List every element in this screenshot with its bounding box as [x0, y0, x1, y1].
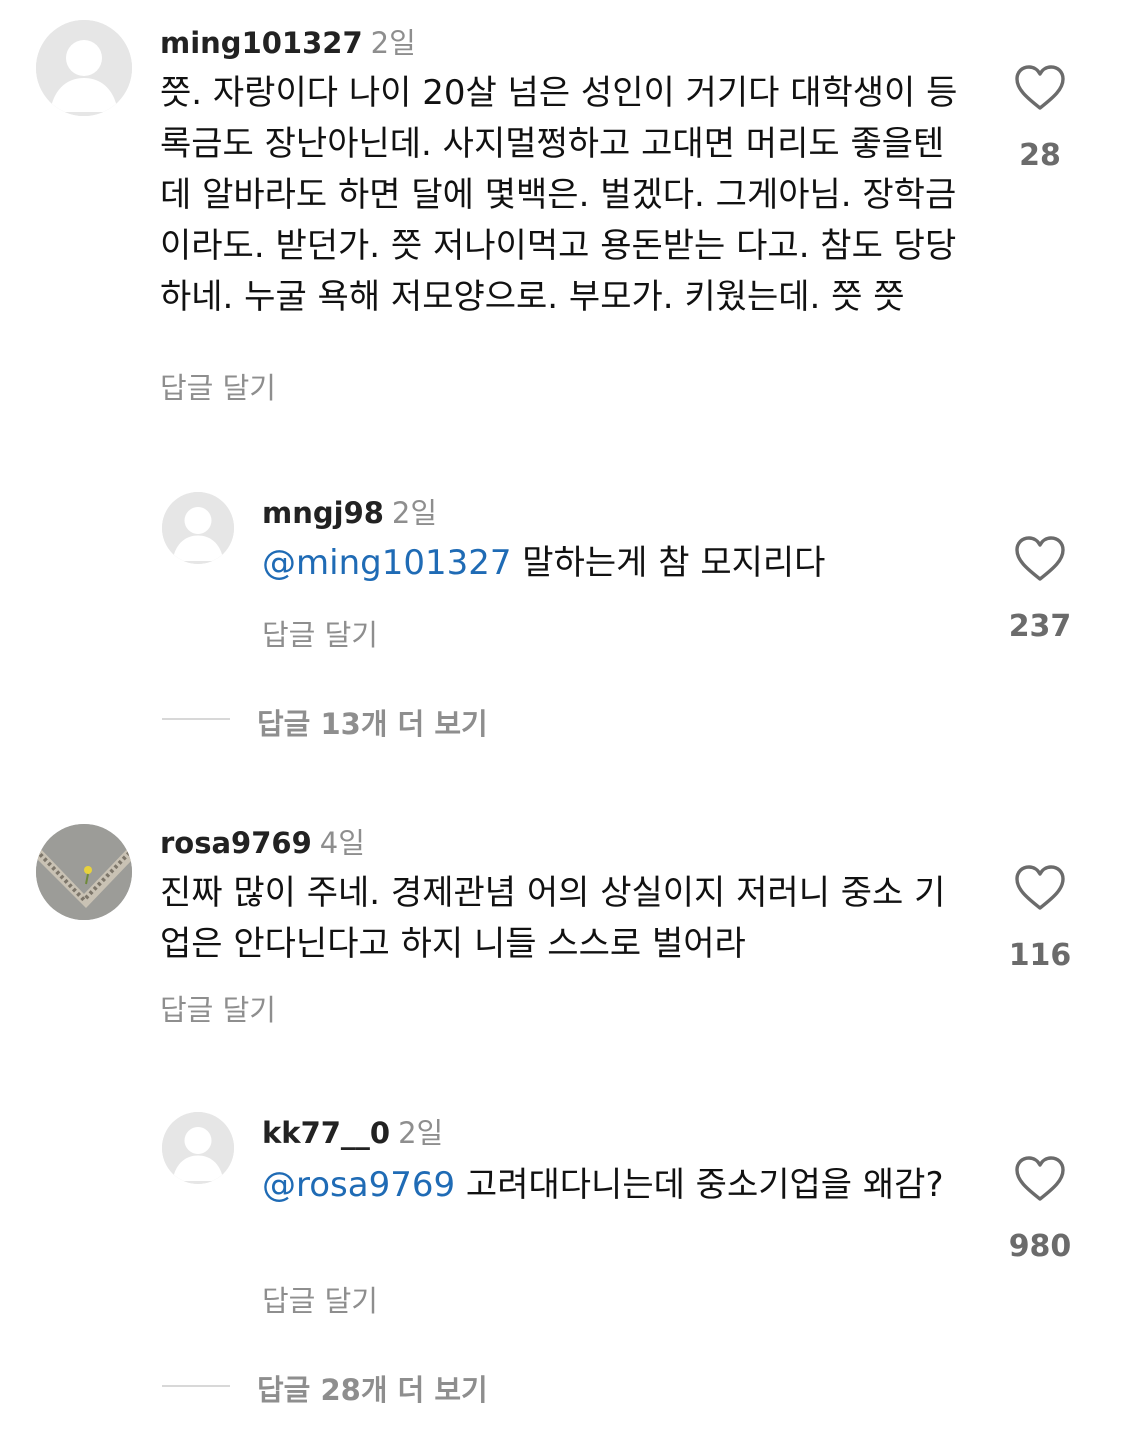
mention-link[interactable]: @ming101327: [262, 543, 512, 583]
like-button[interactable]: 980: [985, 1155, 1095, 1264]
like-button[interactable]: 237: [985, 535, 1095, 644]
comment-meta: rosa9769 4일: [160, 820, 365, 862]
heart-outline-icon: [1015, 865, 1065, 910]
heart-outline-icon: [1015, 536, 1065, 581]
username[interactable]: ming101327: [160, 26, 363, 60]
reply-button[interactable]: 답글 달기: [160, 987, 276, 1029]
timestamp: 2일: [391, 496, 438, 530]
username[interactable]: rosa9769: [160, 826, 312, 860]
timestamp: 2일: [398, 1116, 444, 1150]
view-more-replies-button[interactable]: 답글 28개 더 보기: [257, 1367, 488, 1409]
reply-button[interactable]: 답글 달기: [160, 365, 276, 407]
reply-text: @rosa9769 고려대다니는데 중소기업을 왜감?: [262, 1160, 962, 1211]
divider: [162, 718, 230, 720]
timestamp: 2일: [370, 26, 416, 60]
heart-outline-icon: [1015, 1156, 1065, 1201]
view-more-replies-button[interactable]: 답글 13개 더 보기: [257, 701, 488, 743]
username[interactable]: kk77__0: [262, 1116, 390, 1150]
comment-text: 진짜 많이 주네. 경제관념 어의 상실이지 저러니 중소 기업은 안다닌다고 …: [160, 873, 946, 964]
reply-body: 말하는게 참 모지리다: [511, 543, 826, 583]
username[interactable]: mngj98: [262, 496, 384, 530]
reply-button[interactable]: 답글 달기: [262, 612, 378, 654]
default-avatar-icon: [36, 20, 132, 116]
like-button[interactable]: 116: [985, 864, 1095, 973]
like-count: 237: [1008, 609, 1072, 644]
reply-button[interactable]: 답글 달기: [262, 1278, 378, 1320]
avatar[interactable]: [36, 20, 132, 116]
divider: [162, 1385, 230, 1387]
like-count: 116: [1008, 938, 1072, 973]
like-count: 980: [1008, 1229, 1072, 1264]
default-avatar-icon: [162, 492, 234, 564]
default-avatar-icon: [162, 1112, 234, 1184]
reply-body: 고려대다니는데 중소기업을 왜감?: [455, 1165, 944, 1205]
timestamp: 4일: [319, 826, 365, 860]
reply-text: @ming101327 말하는게 참 모지리다: [262, 538, 962, 589]
profile-photo-icon: [36, 824, 132, 920]
avatar[interactable]: [36, 824, 132, 920]
heart-outline-icon: [1015, 65, 1065, 110]
like-button[interactable]: 28: [985, 64, 1095, 173]
reply-meta: kk77__0 2일: [262, 1110, 443, 1152]
avatar[interactable]: [162, 1112, 234, 1184]
like-count: 28: [1019, 138, 1061, 173]
comment-meta: ming101327 2일: [160, 20, 416, 62]
avatar[interactable]: [162, 492, 234, 564]
comment-text: 쯧. 자랑이다 나이 20살 넘은 성인이 거기다 대학생이 등록금도 장난아닌…: [160, 73, 958, 317]
mention-link[interactable]: @rosa9769: [262, 1165, 455, 1205]
reply-meta: mngj98 2일: [262, 490, 437, 532]
